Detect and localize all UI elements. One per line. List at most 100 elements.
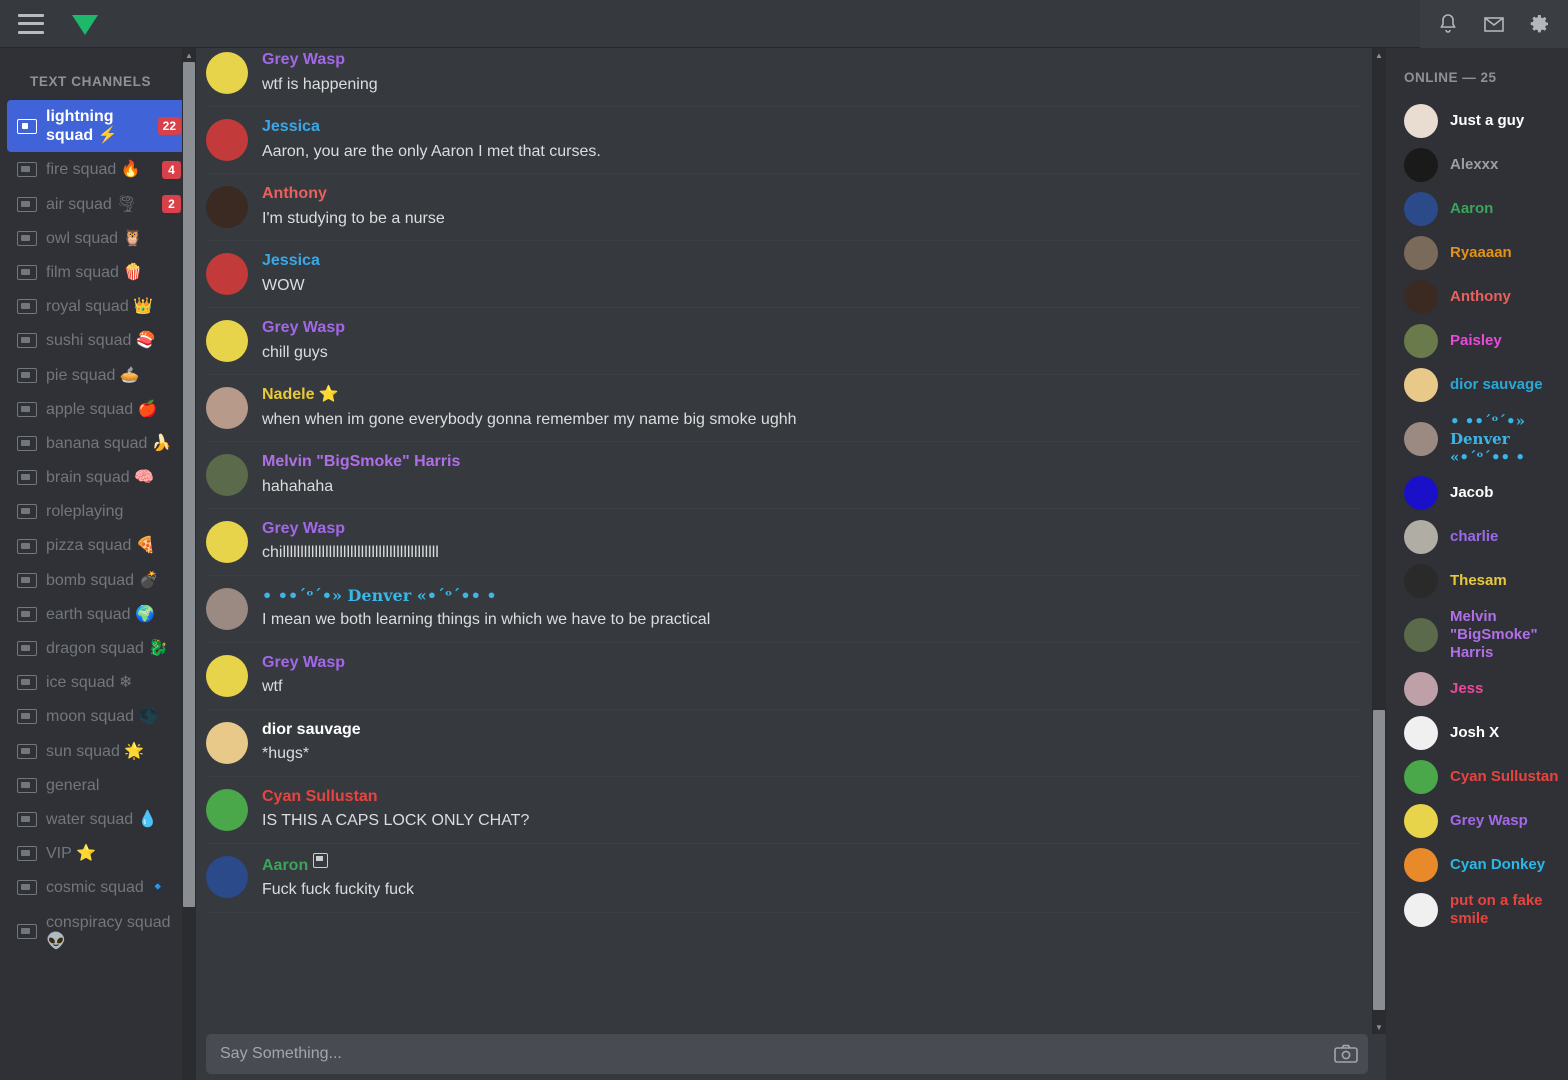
channel-item[interactable]: roleplaying bbox=[7, 495, 189, 528]
message-username[interactable]: Grey Wasp bbox=[262, 518, 345, 540]
message-username[interactable]: Grey Wasp bbox=[262, 49, 345, 71]
avatar[interactable] bbox=[206, 386, 248, 429]
sidebar-scroll-up-arrow[interactable]: ▲ bbox=[182, 48, 196, 62]
message-username[interactable]: Cyan Sullustan bbox=[262, 786, 378, 808]
channel-item[interactable]: earth squad 🌍 bbox=[7, 598, 189, 631]
member-list-item[interactable]: Jess bbox=[1386, 667, 1568, 711]
message-username[interactable]: Grey Wasp bbox=[262, 652, 345, 674]
chat-scroll-thumb[interactable] bbox=[1373, 710, 1385, 1010]
message-username[interactable]: Anthony bbox=[262, 183, 327, 205]
member-list-item[interactable]: Grey Wasp bbox=[1386, 799, 1568, 843]
avatar[interactable] bbox=[206, 855, 248, 898]
channel-item[interactable]: dragon squad 🐉 bbox=[7, 632, 189, 665]
message-username[interactable]: Jessica bbox=[262, 116, 320, 138]
avatar[interactable] bbox=[206, 319, 248, 362]
green-gem-logo[interactable] bbox=[70, 11, 100, 37]
message-text: Fuck fuck fuckity fuck bbox=[262, 881, 415, 899]
envelope-icon[interactable] bbox=[1482, 12, 1506, 36]
message-input-wrap[interactable] bbox=[206, 1034, 1368, 1074]
member-list-item[interactable]: Anthony bbox=[1386, 275, 1568, 319]
avatar bbox=[1404, 848, 1438, 882]
member-name: Anthony bbox=[1450, 288, 1511, 305]
channel-item[interactable]: owl squad 🦉 bbox=[7, 222, 189, 255]
member-list-item[interactable]: charlie bbox=[1386, 515, 1568, 559]
avatar[interactable] bbox=[206, 587, 248, 630]
member-list-item[interactable]: • ••ˊᵒˊ•» Denver «•ˊᵒˊ•• • bbox=[1386, 407, 1568, 471]
avatar[interactable] bbox=[206, 721, 248, 764]
channel-text-icon bbox=[17, 504, 37, 520]
gear-icon[interactable] bbox=[1528, 12, 1552, 36]
avatar[interactable] bbox=[206, 118, 248, 161]
channel-item[interactable]: bomb squad 💣 bbox=[7, 564, 189, 597]
channel-text-icon bbox=[17, 333, 37, 349]
message-username[interactable]: Grey Wasp bbox=[262, 317, 345, 339]
avatar[interactable] bbox=[206, 654, 248, 697]
sidebar-scroll-thumb[interactable] bbox=[183, 62, 195, 907]
channel-text-icon bbox=[17, 118, 37, 134]
channel-item[interactable]: pizza squad 🍕 bbox=[7, 529, 189, 562]
channel-item[interactable]: apple squad 🍎 bbox=[7, 393, 189, 426]
channel-item[interactable]: film squad 🍿 bbox=[7, 256, 189, 289]
message-input[interactable] bbox=[220, 1045, 1334, 1063]
channel-item[interactable]: pie squad 🥧 bbox=[7, 359, 189, 392]
avatar[interactable] bbox=[206, 252, 248, 295]
member-list-item[interactable]: Josh X bbox=[1386, 711, 1568, 755]
message-username[interactable]: Jessica bbox=[262, 250, 320, 272]
channel-item[interactable]: VIP ⭐ bbox=[7, 837, 189, 870]
member-name: Melvin "BigSmoke" Harris bbox=[1450, 608, 1538, 661]
chat-panel: Grey Wasp wtf is happening Jessica Aaron, y… bbox=[196, 48, 1386, 1080]
chat-scroll-up-arrow[interactable]: ▲ bbox=[1372, 48, 1386, 62]
message-username[interactable]: dior sauvage bbox=[262, 719, 361, 741]
avatar[interactable] bbox=[206, 185, 248, 228]
member-name: put on a fake smile bbox=[1450, 892, 1543, 927]
bell-icon[interactable] bbox=[1436, 12, 1460, 36]
camera-icon[interactable] bbox=[1334, 1044, 1358, 1064]
chat-scrollbar[interactable]: ▲ ▼ bbox=[1372, 48, 1386, 1034]
chat-scroll-down-arrow[interactable]: ▼ bbox=[1372, 1020, 1386, 1034]
channel-item[interactable]: ice squad ❄ bbox=[7, 666, 189, 699]
channel-item[interactable]: lightning squad ⚡ 22 bbox=[7, 100, 189, 153]
message-body: Melvin "BigSmoke" Harris hahahaha bbox=[262, 450, 1362, 498]
member-list-item[interactable]: Cyan Sullustan bbox=[1386, 755, 1568, 799]
member-list-item[interactable]: Melvin "BigSmoke" Harris bbox=[1386, 603, 1568, 667]
channel-item[interactable]: brain squad 🧠 bbox=[7, 461, 189, 494]
channel-item[interactable]: water squad 💧 bbox=[7, 803, 189, 836]
avatar[interactable] bbox=[206, 453, 248, 496]
message-username[interactable]: Melvin "BigSmoke" Harris bbox=[262, 451, 460, 473]
member-list-item[interactable]: Just a guy bbox=[1386, 99, 1568, 143]
avatar[interactable] bbox=[206, 52, 248, 94]
channel-item[interactable]: cosmic squad 🔹 bbox=[7, 871, 189, 904]
channel-item[interactable]: sun squad 🌟 bbox=[7, 735, 189, 768]
channel-item[interactable]: fire squad 🔥 4 bbox=[7, 153, 189, 186]
channel-item[interactable]: royal squad 👑 bbox=[7, 290, 189, 323]
member-list-item[interactable]: Alexxx bbox=[1386, 143, 1568, 187]
member-list-item[interactable]: Cyan Donkey bbox=[1386, 843, 1568, 887]
channel-text-icon bbox=[17, 470, 37, 486]
channel-text-icon bbox=[17, 709, 37, 725]
channel-label: sushi squad 🍣 bbox=[46, 332, 156, 350]
channel-text-icon bbox=[17, 401, 37, 417]
channel-item[interactable]: air squad 🌪 2 bbox=[7, 188, 189, 221]
member-list-item[interactable]: Thesam bbox=[1386, 559, 1568, 603]
hamburger-menu-icon[interactable] bbox=[18, 13, 44, 34]
channel-item[interactable]: sushi squad 🍣 bbox=[7, 324, 189, 357]
member-name: charlie bbox=[1450, 528, 1499, 545]
chat-message: Cyan Sullustan IS THIS A CAPS LOCK ONLY C… bbox=[206, 777, 1362, 844]
member-list-item[interactable]: Ryaaaan bbox=[1386, 231, 1568, 275]
channel-item[interactable]: moon squad 🌑 bbox=[7, 700, 189, 733]
member-list-item[interactable]: dior sauvage bbox=[1386, 363, 1568, 407]
channel-item[interactable]: banana squad 🍌 bbox=[7, 427, 189, 460]
member-list-item[interactable]: Jacob bbox=[1386, 471, 1568, 515]
message-username[interactable]: Aaron bbox=[262, 855, 308, 877]
avatar[interactable] bbox=[206, 520, 248, 563]
channel-item[interactable]: conspiracy squad 👽 bbox=[7, 906, 189, 958]
member-list-item[interactable]: Paisley bbox=[1386, 319, 1568, 363]
avatar[interactable] bbox=[206, 788, 248, 831]
message-username[interactable]: • ••ˊᵒˊ•» Denver «•ˊᵒˊ•• • bbox=[262, 585, 497, 607]
member-list-item[interactable]: Aaron bbox=[1386, 187, 1568, 231]
sidebar-scrollbar[interactable]: ▲ bbox=[182, 48, 196, 1080]
member-list-item[interactable]: put on a fake smile bbox=[1386, 887, 1568, 933]
channel-item[interactable]: general bbox=[7, 769, 189, 802]
message-username[interactable]: Nadele ⭐ bbox=[262, 384, 339, 406]
avatar bbox=[1404, 192, 1438, 226]
